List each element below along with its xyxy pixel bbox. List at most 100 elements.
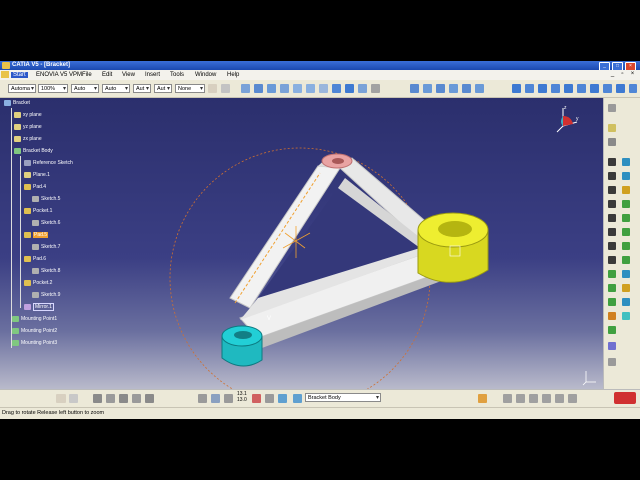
menu-file[interactable]: File — [82, 72, 92, 78]
publish-icon[interactable] — [555, 394, 564, 403]
view-mode-icon-5[interactable] — [564, 84, 573, 93]
measure-icon[interactable] — [608, 104, 616, 112]
view-mode-icon-4[interactable] — [551, 84, 560, 93]
tree-item-feature-3[interactable]: Pad.4 — [24, 184, 46, 190]
feature-icon-26[interactable] — [608, 342, 616, 350]
feature-icon-13[interactable] — [608, 242, 616, 250]
view-mode-icon-9[interactable] — [616, 84, 625, 93]
properties-icon[interactable] — [221, 84, 230, 93]
tree-item-feature-6[interactable]: Sketch.6 — [32, 220, 60, 226]
feature-icon-3[interactable] — [608, 172, 616, 180]
point-combo[interactable]: Aut — [133, 84, 151, 94]
part-design-icon-5[interactable] — [462, 84, 471, 93]
view-mode-icon-8[interactable] — [603, 84, 612, 93]
tree-item-feature-8[interactable]: Sketch.7 — [32, 244, 60, 250]
layer-combo[interactable]: Aut — [154, 84, 172, 94]
pan-icon[interactable] — [267, 84, 276, 93]
tree-item-feature-13[interactable]: Mirror.1 — [24, 303, 54, 311]
tree-item-feature-9[interactable]: Pad.6 — [24, 256, 46, 262]
shading-icon[interactable] — [345, 84, 354, 93]
view-mode-icon-7[interactable] — [590, 84, 599, 93]
feature-icon-27[interactable] — [608, 358, 616, 366]
feature-icon-4[interactable] — [622, 172, 630, 180]
part-design-icon-1[interactable] — [410, 84, 419, 93]
view-mode-icon-6[interactable] — [577, 84, 586, 93]
3d-viewport[interactable]: V Bracket xy plane yz plane zx plane Bra… — [0, 98, 603, 389]
update-icon[interactable] — [542, 394, 551, 403]
lock-icon[interactable] — [503, 394, 512, 403]
analysis-icon-2[interactable] — [119, 394, 128, 403]
menu-tools[interactable]: Tools — [170, 72, 184, 78]
sketcher-icon[interactable] — [608, 124, 616, 132]
view-mode-icon-3[interactable] — [538, 84, 547, 93]
feature-icon-14[interactable] — [622, 242, 630, 250]
tree-item-mounting-1[interactable]: Mounting Point1 — [12, 316, 57, 322]
document-icon[interactable] — [1, 71, 9, 78]
mdi-close-button[interactable]: × — [629, 71, 636, 78]
transparency-combo[interactable]: 100% — [38, 84, 68, 94]
mdi-minimize-button[interactable]: _ — [609, 71, 616, 78]
thickness-combo[interactable]: Auto — [71, 84, 99, 94]
feature-icon-25[interactable] — [608, 326, 616, 334]
feature-icon-21[interactable] — [608, 298, 616, 306]
line-type-combo[interactable]: Automa — [8, 84, 36, 94]
normal-view-icon[interactable] — [319, 84, 328, 93]
analysis-icon-1[interactable] — [106, 394, 115, 403]
constraint-icon[interactable] — [529, 394, 538, 403]
feature-icon-17[interactable] — [608, 270, 616, 278]
tree-item-feature-4[interactable]: Sketch.5 — [32, 196, 60, 202]
tree-item-zx-plane[interactable]: zx plane — [14, 136, 42, 142]
menu-window[interactable]: Window — [195, 72, 216, 78]
zoom-out-icon[interactable] — [306, 84, 315, 93]
3d-compass-icon[interactable] — [198, 394, 207, 403]
feature-icon-10[interactable] — [622, 214, 630, 222]
tree-item-mounting-2[interactable]: Mounting Point2 — [12, 328, 57, 334]
work-object-combo[interactable]: Bracket Body — [305, 393, 381, 403]
tree-item-feature-7[interactable]: Pad.5 — [24, 232, 49, 238]
feature-icon-9[interactable] — [608, 214, 616, 222]
part-design-icon-3[interactable] — [436, 84, 445, 93]
feature-icon-20[interactable] — [622, 284, 630, 292]
zoom-in-icon[interactable] — [293, 84, 302, 93]
knowledge-icon[interactable] — [568, 394, 577, 403]
analysis-icon-3[interactable] — [132, 394, 141, 403]
fly-mode-icon[interactable] — [241, 84, 250, 93]
tree-item-feature-10[interactable]: Sketch.8 — [32, 268, 60, 274]
feature-icon-12[interactable] — [622, 228, 630, 236]
tree-root[interactable]: Bracket — [4, 100, 30, 106]
formula-icon[interactable] — [56, 394, 66, 403]
feature-icon-7[interactable] — [608, 200, 616, 208]
snap-icon-2[interactable] — [265, 394, 274, 403]
menu-insert[interactable]: Insert — [145, 72, 160, 78]
tree-item-xy-plane[interactable]: xy plane — [14, 112, 42, 118]
feature-icon-23[interactable] — [608, 312, 616, 320]
hide-show-icon[interactable] — [358, 84, 367, 93]
view-mode-icon-10[interactable] — [629, 84, 637, 93]
menu-start[interactable]: Start — [11, 72, 28, 78]
iso-view-icon[interactable] — [332, 84, 341, 93]
tree-item-feature-12[interactable]: Sketch.9 — [32, 292, 60, 298]
feature-icon-18[interactable] — [622, 270, 630, 278]
tools-icon[interactable] — [478, 394, 487, 403]
view-mode-icon-2[interactable] — [525, 84, 534, 93]
feature-icon-1[interactable] — [608, 158, 616, 166]
fit-all-icon[interactable] — [254, 84, 263, 93]
feature-icon-19[interactable] — [608, 284, 616, 292]
tree-item-mounting-3[interactable]: Mounting Point3 — [12, 340, 57, 346]
menu-help[interactable]: Help — [227, 72, 239, 78]
mdi-restore-button[interactable]: ▫ — [619, 71, 626, 78]
view-mode-icon-1[interactable] — [512, 84, 521, 93]
grid-icon[interactable] — [224, 394, 233, 403]
feature-icon-5[interactable] — [608, 186, 616, 194]
tree-item-feature-2[interactable]: Plane.1 — [24, 172, 50, 178]
compass-icon[interactable]: z y — [555, 104, 581, 134]
part-design-icon-4[interactable] — [449, 84, 458, 93]
view-icon[interactable] — [211, 394, 220, 403]
feature-icon-2[interactable] — [622, 158, 630, 166]
work-object-icon[interactable] — [293, 394, 302, 403]
feature-icon-6[interactable] — [622, 186, 630, 194]
tree-item-feature-11[interactable]: Pocket.2 — [24, 280, 52, 286]
part-design-icon-2[interactable] — [423, 84, 432, 93]
tree-item-body[interactable]: Bracket Body — [14, 148, 53, 154]
feature-icon-11[interactable] — [608, 228, 616, 236]
